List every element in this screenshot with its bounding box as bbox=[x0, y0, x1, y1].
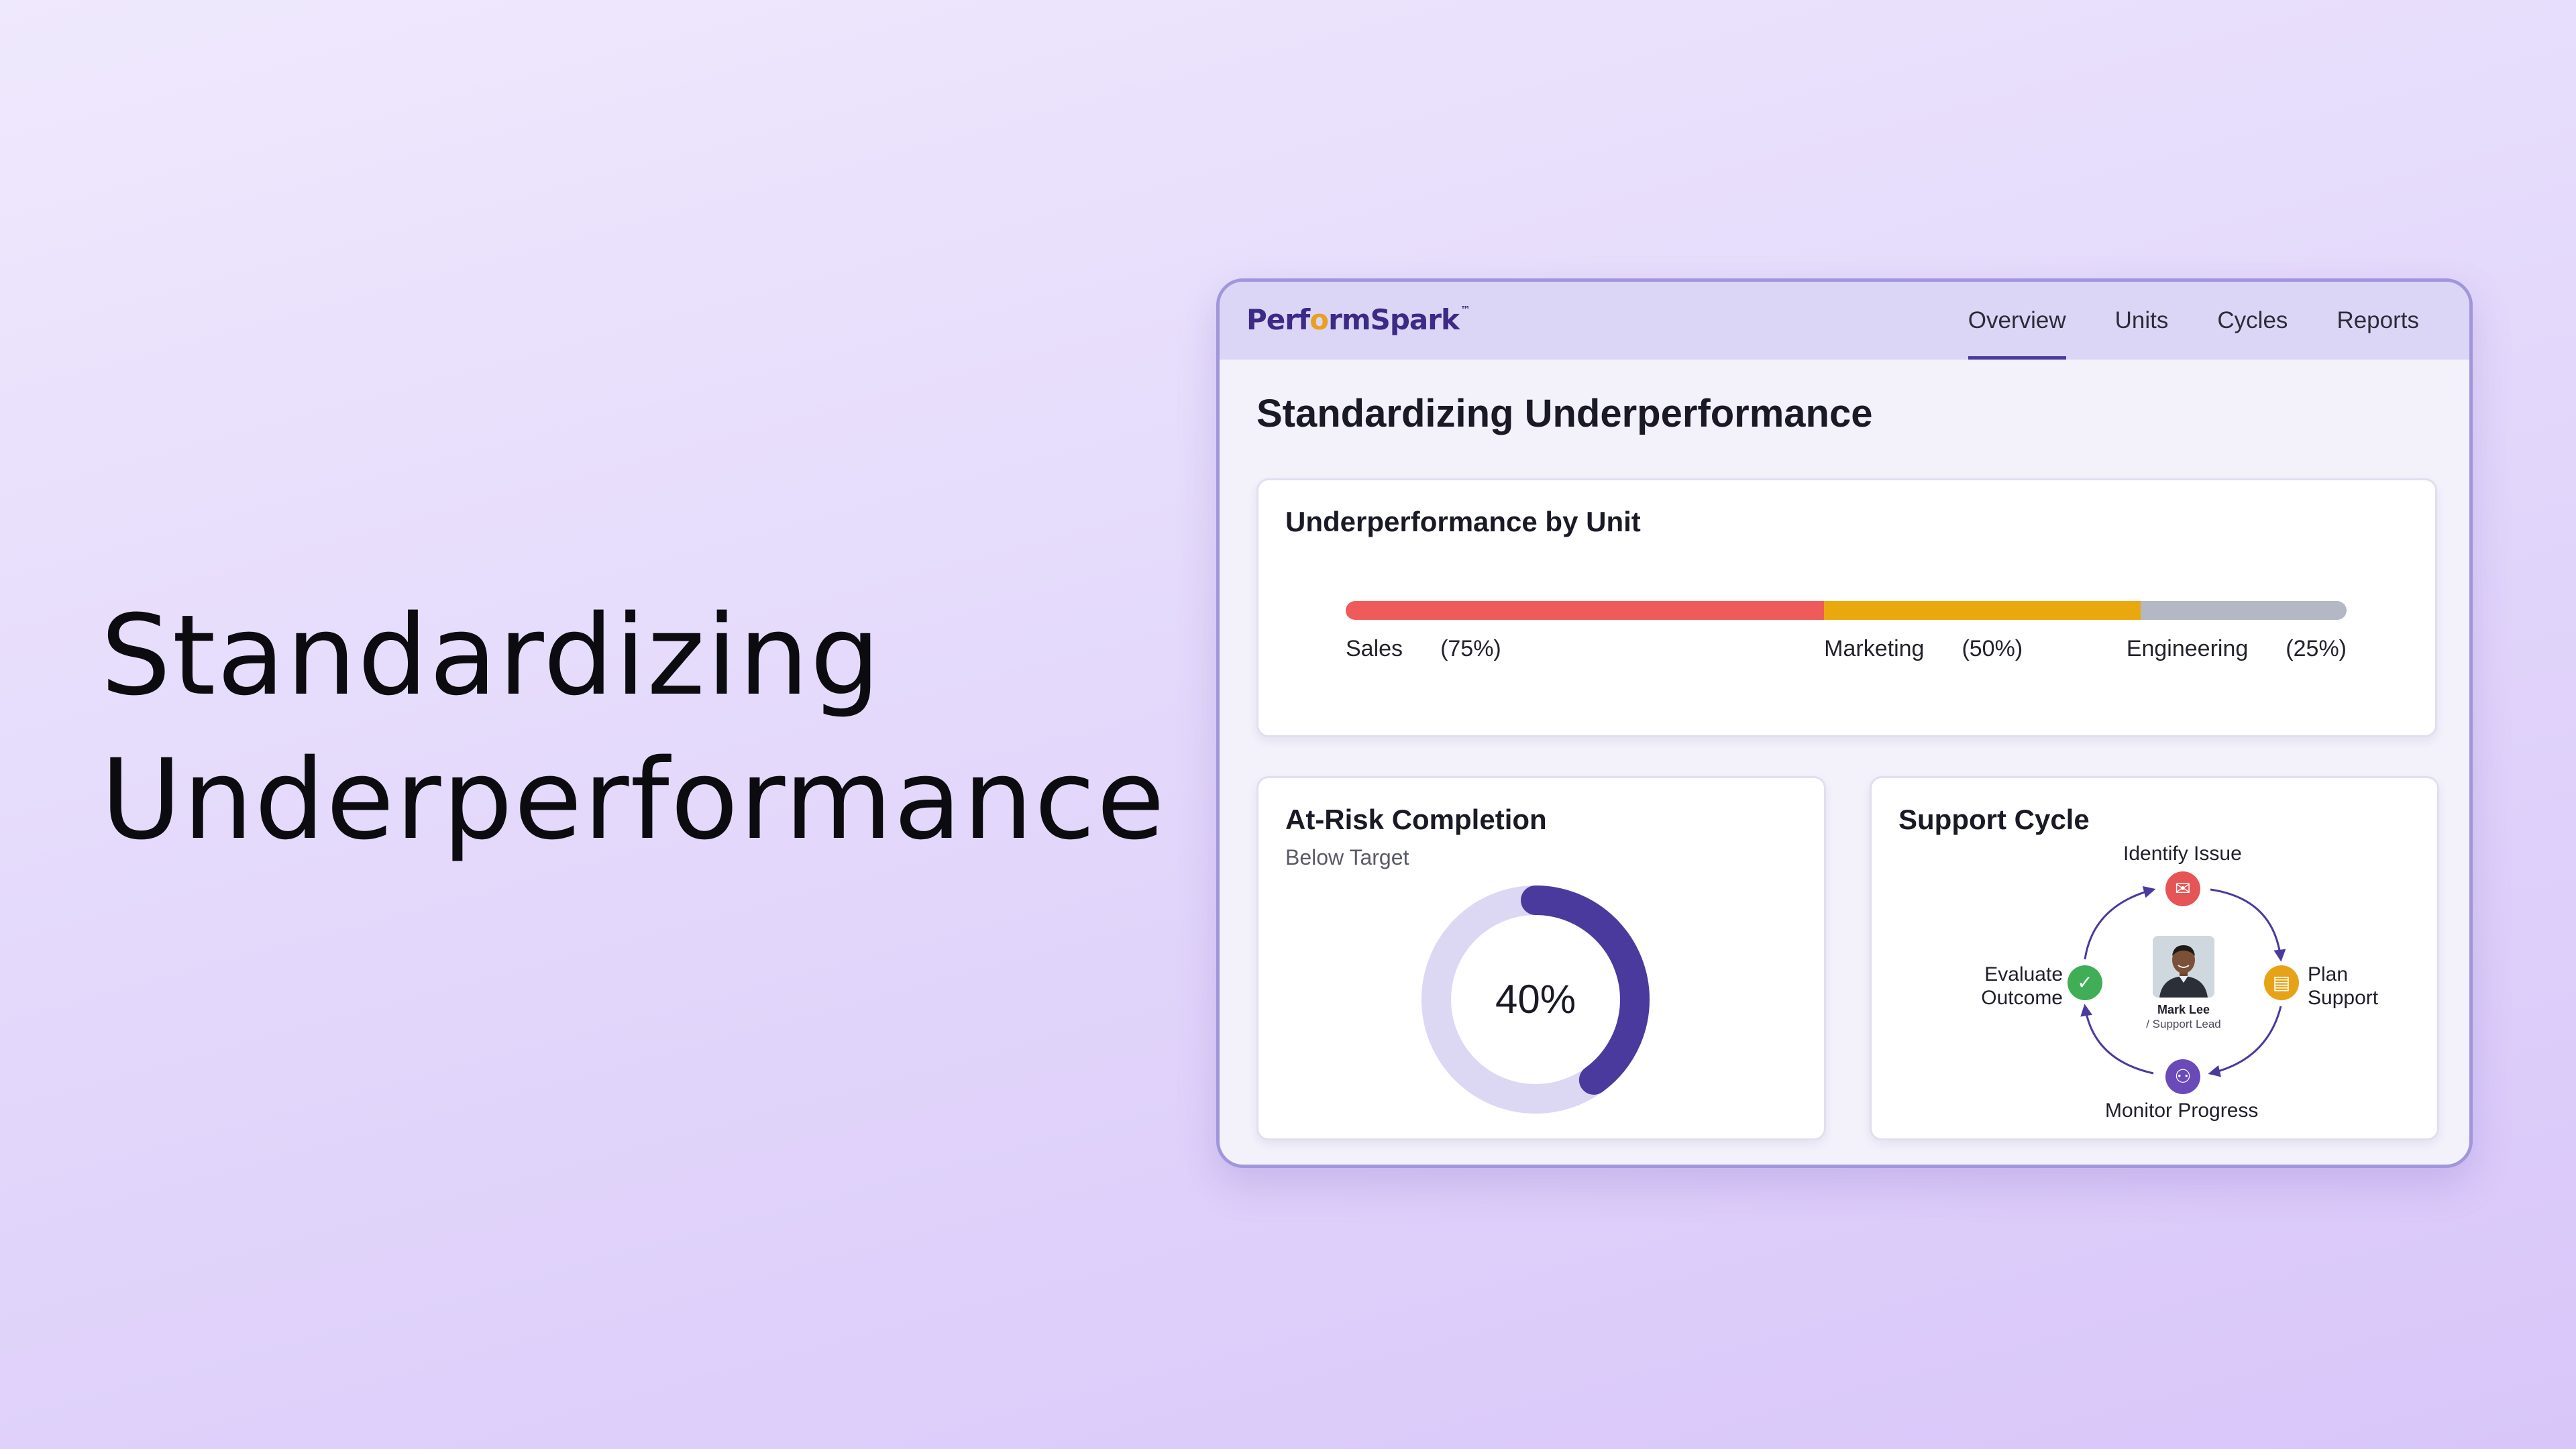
bar-segment-engineering[interactable] bbox=[2140, 601, 2347, 620]
nav-cycles[interactable]: Cycles bbox=[2217, 282, 2288, 360]
chat-icon[interactable]: ✉ bbox=[2165, 871, 2200, 906]
step-label-plan: Plan Support bbox=[2308, 963, 2379, 1009]
arrow-evaluate-to-identify bbox=[2084, 886, 2156, 960]
nav-reports[interactable]: Reports bbox=[2337, 282, 2419, 360]
card-subtitle: Below Target bbox=[1285, 845, 1409, 869]
check-circle-icon[interactable]: ✓ bbox=[2068, 965, 2102, 1000]
top-navigation-bar: PerformSpark ™ Overview Units Cycles Repo… bbox=[1220, 282, 2469, 360]
arrow-identify-to-plan bbox=[2210, 888, 2286, 962]
nav-units[interactable]: Units bbox=[2115, 282, 2169, 360]
donut-value: 40% bbox=[1495, 977, 1576, 1022]
avatar[interactable] bbox=[2153, 936, 2214, 998]
main-nav: Overview Units Cycles Reports bbox=[1919, 282, 2419, 360]
page-title: Standardizing Underperformance bbox=[1256, 392, 1873, 435]
segment-label-marketing: Marketing (50%) bbox=[1824, 636, 2023, 661]
nav-overview[interactable]: Overview bbox=[1968, 282, 2066, 360]
bar-segment-marketing[interactable] bbox=[1824, 601, 2141, 620]
at-risk-completion-card: At-Risk Completion Below Target 40% bbox=[1256, 776, 1826, 1140]
performspark-logo[interactable]: PerformSpark ™ bbox=[1246, 303, 1470, 336]
step-label-identify: Identify Issue bbox=[2123, 843, 2242, 865]
hero-title-line-2: Underperformance bbox=[101, 735, 1167, 864]
card-title: At-Risk Completion bbox=[1285, 804, 1547, 835]
app-window: PerformSpark ™ Overview Units Cycles Repo… bbox=[1216, 278, 2473, 1168]
card-title: Underperformance by Unit bbox=[1285, 506, 1641, 537]
support-cycle-card: Support Cycle Identify Issue ✉ Plan Suppo… bbox=[1870, 776, 2439, 1140]
step-label-monitor: Monitor Progress bbox=[2105, 1099, 2259, 1122]
segment-label-engineering: Engineering (25%) bbox=[2126, 636, 2347, 661]
step-label-evaluate: Evaluate Outcome bbox=[1981, 963, 2063, 1009]
underperformance-by-unit-card: Underperformance by Unit Sales (75%) Mark… bbox=[1256, 478, 2437, 737]
segment-label-sales: Sales (75%) bbox=[1346, 636, 1501, 661]
hero-title-line-1: Standardizing bbox=[101, 591, 882, 720]
bar-segment-sales[interactable] bbox=[1346, 601, 1825, 620]
clipboard-icon[interactable]: ▤ bbox=[2264, 965, 2299, 1000]
users-icon[interactable]: ⚇ bbox=[2165, 1059, 2200, 1094]
person-name: Mark Lee bbox=[2157, 1003, 2210, 1016]
hero-title: Standardizing Underperformance bbox=[101, 584, 1166, 872]
unit-stacked-bar bbox=[1346, 601, 2347, 620]
person-role: / Support Lead bbox=[2146, 1018, 2221, 1030]
person-avatar-icon bbox=[2153, 936, 2214, 998]
